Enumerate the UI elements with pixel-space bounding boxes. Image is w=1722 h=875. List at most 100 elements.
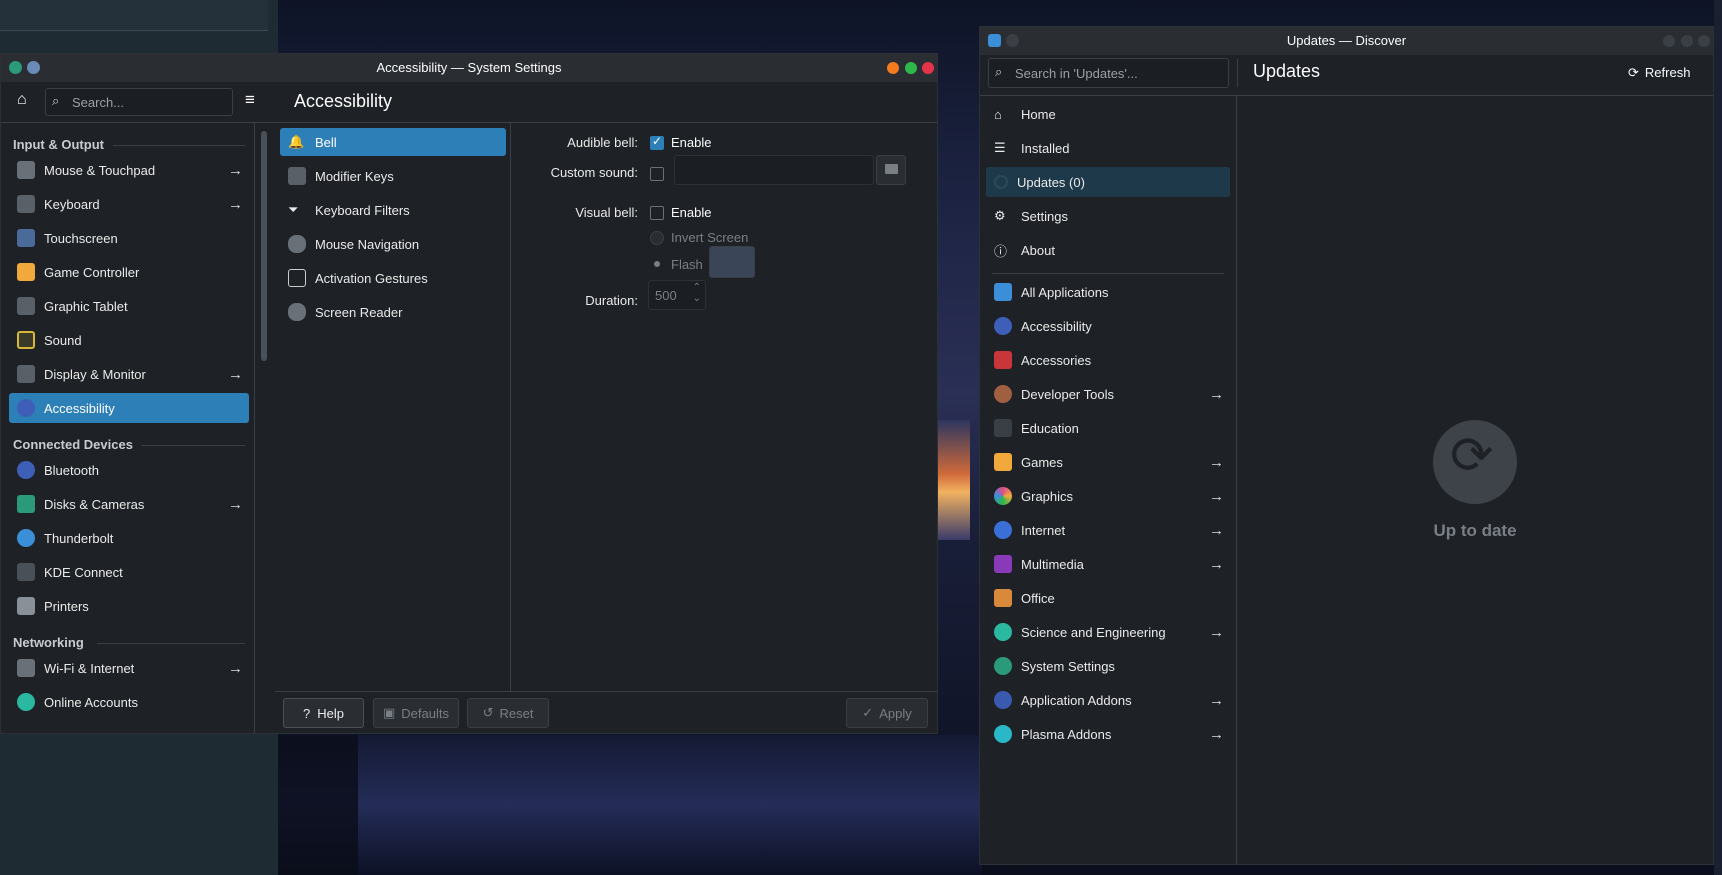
category-accessibility[interactable]: Accessibility: [986, 311, 1230, 341]
sidebar-item-touchscreen[interactable]: Touchscreen: [9, 223, 249, 253]
sidebar-item-bluetooth[interactable]: Bluetooth: [9, 455, 249, 485]
touchscreen-icon: [17, 229, 35, 247]
category-system-settings[interactable]: System Settings: [986, 651, 1230, 681]
discover-search-placeholder: Search in 'Updates'...: [1015, 66, 1138, 81]
duration-value: 500: [655, 288, 677, 303]
maximize-button[interactable]: [905, 62, 917, 74]
category-plasma-addons[interactable]: Plasma Addons →: [986, 719, 1230, 749]
hamburger-menu-icon[interactable]: ≡: [245, 90, 255, 110]
nav-item-installed[interactable]: ☰ Installed: [986, 133, 1230, 163]
category-accessories[interactable]: Accessories: [986, 345, 1230, 375]
spin-up-icon[interactable]: ⌃: [693, 282, 701, 293]
arrow-right-icon: →: [1209, 453, 1224, 471]
audible-bell-enable-label: Enable: [671, 135, 712, 150]
sidebar-item-sound[interactable]: Sound: [9, 325, 249, 355]
custom-sound-path-input[interactable]: [674, 155, 874, 185]
tablet-icon: [17, 297, 35, 315]
nav-item-about[interactable]: ⓘ About: [986, 235, 1230, 265]
discover-sidebar: ⌂ Home ☰ Installed Updates (0) ⚙ Settings ⓘ…: [980, 95, 1237, 864]
category-science-engineering[interactable]: Science and Engineering →: [986, 617, 1230, 647]
custom-sound-checkbox[interactable]: [650, 167, 664, 181]
sidebar-item-accessibility[interactable]: Accessibility: [9, 393, 249, 423]
microphone-icon: [288, 303, 306, 321]
bell-icon: 🔔: [288, 134, 305, 149]
category-internet[interactable]: Internet →: [986, 515, 1230, 545]
help-button[interactable]: ? Help: [283, 698, 364, 728]
discover-window: Updates — Discover ⌕ Search in 'Updates'…: [979, 26, 1714, 865]
pin-icon[interactable]: [27, 61, 40, 74]
accessibility-icon: [17, 399, 35, 417]
sidebar-item-mouse-touchpad[interactable]: Mouse & Touchpad →: [9, 155, 249, 185]
settings-footer: ? Help ▣ Defaults ↺ Reset ✓ Apply: [275, 691, 937, 734]
invert-screen-radio[interactable]: [650, 231, 664, 245]
sidebar-item-thunderbolt[interactable]: Thunderbolt: [9, 523, 249, 553]
page-title: Accessibility: [294, 91, 393, 111]
sidebar-item-kde-connect[interactable]: KDE Connect: [9, 557, 249, 587]
sidebar-scrollbar-thumb[interactable]: [261, 131, 267, 361]
spin-down-icon[interactable]: ⌄: [693, 293, 701, 304]
subpage-item-mouse-navigation[interactable]: Mouse Navigation: [280, 230, 506, 258]
visual-bell-checkbox[interactable]: [650, 206, 664, 220]
sidebar-item-game-controller[interactable]: Game Controller: [9, 257, 249, 287]
apply-button[interactable]: ✓ Apply: [846, 698, 928, 728]
updates-icon: [994, 175, 1008, 189]
subpage-item-screen-reader[interactable]: Screen Reader: [280, 298, 506, 326]
close-button[interactable]: [922, 62, 934, 74]
refresh-button[interactable]: ⟳ Refresh: [1628, 61, 1708, 85]
check-icon: ✓: [652, 134, 663, 148]
minimize-button[interactable]: [1663, 35, 1675, 47]
category-graphics[interactable]: Graphics →: [986, 481, 1230, 511]
settings-sidebar: Input & Output Mouse & Touchpad → Keyboar…: [1, 123, 255, 733]
close-button[interactable]: [1698, 35, 1710, 47]
subpage-item-modifier-keys[interactable]: Modifier Keys: [280, 162, 506, 190]
maximize-button[interactable]: [1681, 35, 1693, 47]
category-application-addons[interactable]: Application Addons →: [986, 685, 1230, 715]
duration-spinbox[interactable]: 500 ⌃ ⌄: [648, 280, 706, 310]
graduation-cap-icon: [994, 419, 1012, 437]
sidebar-item-printers[interactable]: Printers: [9, 591, 249, 621]
flash-radio[interactable]: [654, 261, 660, 267]
defaults-button[interactable]: ▣ Defaults: [373, 698, 459, 728]
nav-item-updates[interactable]: Updates (0): [986, 167, 1230, 197]
section-divider: [113, 145, 245, 146]
thunderbolt-icon: [17, 529, 35, 547]
audible-bell-checkbox[interactable]: ✓: [650, 134, 664, 150]
discover-search-input[interactable]: ⌕ Search in 'Updates'...: [988, 58, 1229, 88]
discover-app-icon: [988, 34, 1001, 47]
sidebar-item-keyboard[interactable]: Keyboard →: [9, 189, 249, 219]
browse-sound-button[interactable]: [876, 155, 906, 185]
header-divider: [1237, 59, 1238, 87]
category-all-applications[interactable]: All Applications: [986, 277, 1230, 307]
sidebar-item-disks-cameras[interactable]: Disks & Cameras →: [9, 489, 249, 519]
help-icon: ?: [303, 705, 311, 721]
subpage-item-activation-gestures[interactable]: Activation Gestures: [280, 264, 506, 292]
discover-window-title: Updates — Discover: [1286, 33, 1407, 48]
subpage-item-bell[interactable]: 🔔 Bell: [280, 128, 506, 156]
settings-search-input[interactable]: ⌕ Search...: [45, 88, 233, 116]
refresh-icon: ⟳: [1628, 65, 1639, 80]
sidebar-item-graphic-tablet[interactable]: Graphic Tablet: [9, 291, 249, 321]
category-education[interactable]: Education: [986, 413, 1230, 443]
sidebar-item-display-monitor[interactable]: Display & Monitor →: [9, 359, 249, 389]
minimize-button[interactable]: [887, 62, 899, 74]
home-icon[interactable]: ⌂: [17, 91, 27, 109]
category-developer-tools[interactable]: Developer Tools →: [986, 379, 1230, 409]
nav-item-settings[interactable]: ⚙ Settings: [986, 201, 1230, 231]
category-office[interactable]: Office: [986, 583, 1230, 613]
sidebar-item-wifi-internet[interactable]: Wi-Fi & Internet →: [9, 653, 249, 683]
keyboard-icon: [288, 167, 306, 185]
nav-item-home[interactable]: ⌂ Home: [986, 99, 1230, 129]
flash-color-button[interactable]: [709, 246, 755, 278]
bell-settings-form: Audible bell: ✓ Enable Custom sound: Vis…: [511, 123, 937, 691]
printer-icon: [17, 597, 35, 615]
sync-icon: ⟳: [1450, 427, 1494, 485]
reset-button[interactable]: ↺ Reset: [467, 698, 549, 728]
category-games[interactable]: Games →: [986, 447, 1230, 477]
subpage-item-keyboard-filters[interactable]: ⏷ Keyboard Filters: [280, 196, 506, 224]
sidebar-item-online-accounts[interactable]: Online Accounts: [9, 687, 249, 717]
category-multimedia[interactable]: Multimedia →: [986, 549, 1230, 579]
arrow-right-icon: →: [1209, 487, 1224, 505]
gesture-icon: [288, 269, 306, 287]
pin-icon[interactable]: [1006, 34, 1019, 47]
globe-icon: [994, 521, 1012, 539]
